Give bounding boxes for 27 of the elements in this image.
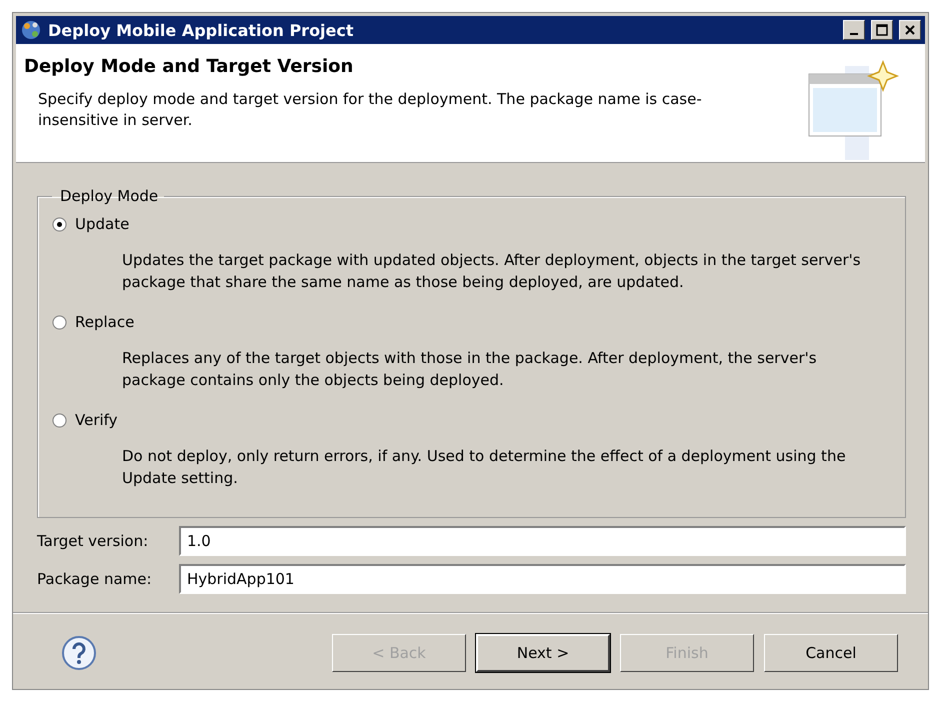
maximize-button[interactable] <box>871 20 893 40</box>
radio-button[interactable] <box>52 314 67 330</box>
close-button[interactable] <box>899 20 921 40</box>
radio-label[interactable]: Replace <box>75 313 134 331</box>
window-title: Deploy Mobile Application Project <box>48 20 355 40</box>
field-label: Package name: <box>37 570 153 588</box>
radio-label[interactable]: Update <box>75 215 130 233</box>
radio-button[interactable] <box>52 412 67 428</box>
globe-icon <box>20 19 42 41</box>
option-description: Do not deploy, only return errors, if any. Used to determine the effect of a deployment using the Update setting. <box>121 446 847 489</box>
help-icon[interactable] <box>61 635 97 671</box>
close-icon <box>904 24 916 36</box>
dialog-button[interactable]: Cancel <box>764 634 898 672</box>
option-description: Replaces any of the target objects with those in the package. After deployment, the server's package contains only the objects being deployed. <box>121 348 818 391</box>
group-label: Deploy Mode <box>59 187 160 205</box>
option-description: Updates the target package with updated objects. After deployment, objects in the target server's package that share the same name as those being deployed, are updated. <box>121 250 862 293</box>
minimize-icon <box>850 33 858 35</box>
input-field[interactable]: 1.0 <box>179 526 906 556</box>
minimize-button[interactable] <box>843 20 865 40</box>
page-description: Specify deploy mode and target version for the deployment. The package name is case-insensitive in server. <box>37 89 703 131</box>
field-label: Target version: <box>37 532 150 550</box>
radio-label[interactable]: Verify <box>75 411 118 429</box>
dialog-button[interactable]: Next > <box>476 634 610 672</box>
radio-button[interactable] <box>52 216 67 232</box>
page-title: Deploy Mode and Target Version <box>24 56 354 77</box>
input-field[interactable]: HybridApp101 <box>179 564 906 594</box>
maximize-icon <box>876 24 888 36</box>
